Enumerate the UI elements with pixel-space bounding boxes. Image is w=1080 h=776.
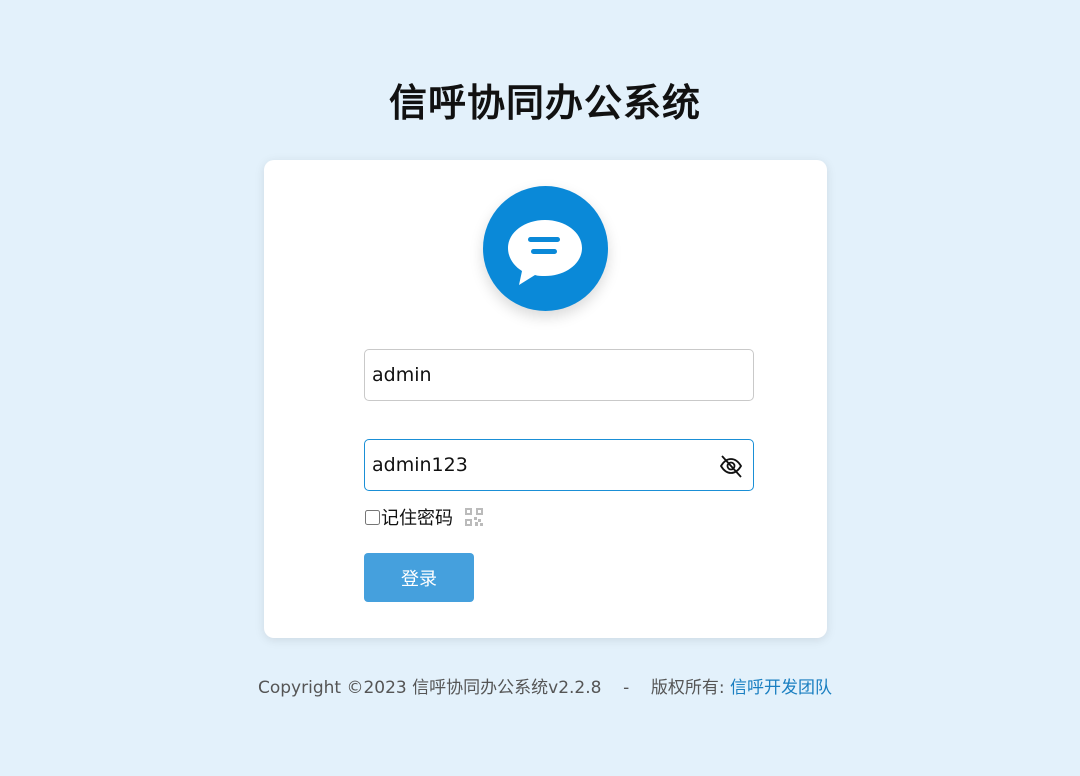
logo — [483, 186, 608, 311]
password-input[interactable] — [365, 440, 705, 490]
footer: Copyright ©2023 信呼协同办公系统v2.2.8 - 版权所有: 信… — [0, 673, 1080, 698]
page-title: 信呼协同办公系统 — [388, 81, 701, 125]
remember-label[interactable]: 记住密码 — [381, 504, 453, 530]
copyright-text: Copyright ©2023 信呼协同办公系统v2.2.8 — [258, 678, 602, 698]
remember-checkbox[interactable] — [365, 509, 380, 525]
rights-label: 版权所有: — [650, 678, 725, 698]
login-card: 记住密码 登录 — [264, 160, 827, 638]
login-page: 信呼协同办公系统 记住密码 — [0, 0, 1080, 776]
chat-bubble-icon — [508, 220, 582, 285]
login-button[interactable]: 登录 — [364, 553, 474, 602]
eye-off-icon[interactable] — [718, 453, 744, 479]
password-field — [364, 439, 754, 491]
remember-row: 记住密码 — [364, 504, 483, 530]
team-link[interactable]: 信呼开发团队 — [730, 678, 832, 698]
footer-separator: - — [623, 678, 630, 698]
username-input[interactable] — [365, 350, 705, 400]
qr-code-icon[interactable] — [465, 508, 483, 526]
username-field — [364, 349, 754, 401]
